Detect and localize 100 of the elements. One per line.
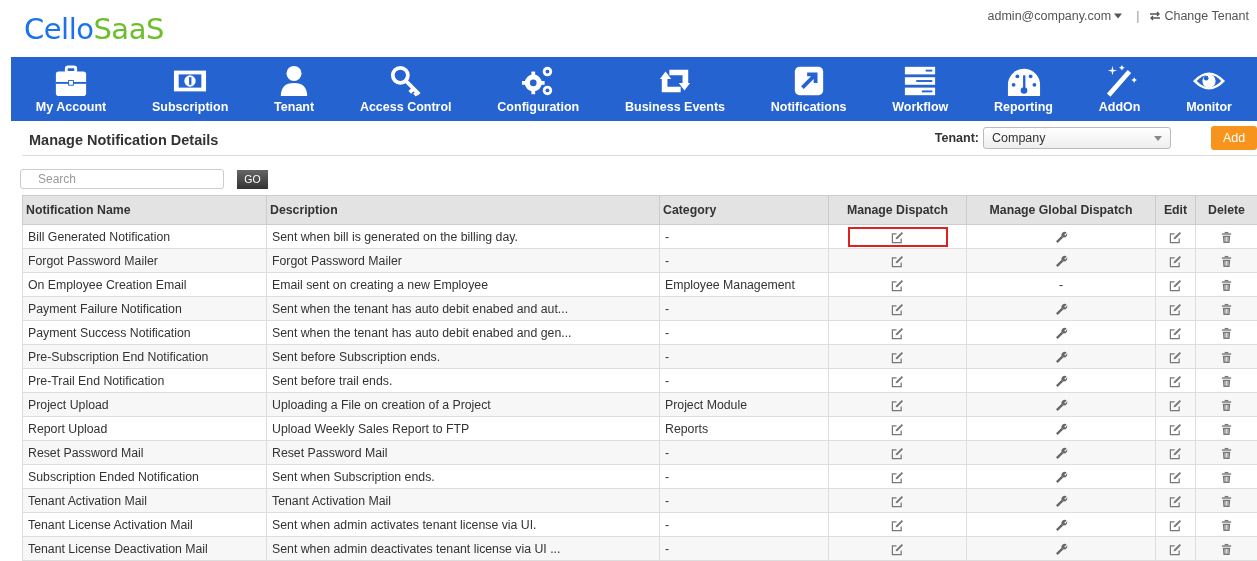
search-field[interactable]: Search	[20, 169, 224, 189]
table-cell: -	[659, 368, 829, 393]
edit-icon[interactable]	[891, 446, 904, 460]
table-cell: Reports	[659, 416, 829, 441]
nav-item[interactable]: My Account	[29, 60, 113, 118]
trash-icon[interactable]	[1220, 278, 1233, 292]
trash-icon[interactable]	[1220, 302, 1233, 316]
wrench-icon[interactable]	[1054, 254, 1068, 268]
table-cell: Sent when bill is generated on the billing day.	[266, 224, 660, 249]
table-cell: Sent before trail ends.	[266, 368, 660, 393]
tenant-label: Tenant:	[934, 131, 979, 145]
table-cell: Sent before Subscription ends.	[266, 344, 660, 369]
edit-icon[interactable]	[1169, 446, 1182, 460]
table-cell: Subscription Ended Notification	[22, 464, 267, 489]
edit-icon[interactable]	[891, 302, 904, 316]
edit-icon[interactable]	[891, 422, 904, 436]
wrench-icon[interactable]	[1054, 518, 1068, 532]
trash-icon[interactable]	[1220, 494, 1233, 508]
trash-icon[interactable]	[1220, 326, 1233, 340]
wrench-icon[interactable]	[1054, 302, 1068, 316]
edit-icon[interactable]	[1169, 350, 1182, 364]
table-cell: Tenant License Deactivation Mail	[22, 536, 267, 561]
table-cell: Tenant Activation Mail	[22, 488, 267, 513]
nav-item[interactable]: Notifications	[764, 60, 853, 118]
wrench-icon[interactable]	[1054, 350, 1068, 364]
wrench-icon[interactable]	[1054, 542, 1068, 556]
change-tenant-link[interactable]: Change Tenant	[1149, 9, 1249, 23]
table-cell: -	[659, 344, 829, 369]
server-stack-icon	[903, 64, 938, 98]
trash-icon[interactable]	[1220, 350, 1233, 364]
table-cell: -	[659, 224, 829, 249]
page-title: Manage Notification Details	[29, 132, 219, 148]
table-cell: -	[659, 512, 829, 537]
nav-item[interactable]: Monitor	[1180, 60, 1238, 118]
edit-icon[interactable]	[1169, 542, 1182, 556]
edit-icon[interactable]	[891, 542, 904, 556]
edit-icon[interactable]	[891, 398, 904, 412]
edit-icon[interactable]	[891, 278, 904, 292]
edit-icon[interactable]	[1169, 518, 1182, 532]
table-cell: Pre-Trail End Notification	[22, 368, 267, 393]
nav-item[interactable]: Business Events	[619, 60, 732, 118]
table-cell: On Employee Creation Email	[22, 272, 267, 297]
wrench-icon[interactable]	[1054, 326, 1068, 340]
table-cell: Report Upload	[22, 416, 267, 441]
trash-icon[interactable]	[1220, 446, 1233, 460]
trash-icon[interactable]	[1220, 254, 1233, 268]
edit-icon[interactable]	[891, 494, 904, 508]
edit-icon[interactable]	[1169, 398, 1182, 412]
wrench-icon[interactable]	[1054, 446, 1068, 460]
nav-item[interactable]: Access Control	[353, 60, 458, 118]
tenant-dropdown[interactable]: Company	[983, 127, 1171, 149]
edit-icon[interactable]	[1169, 302, 1182, 316]
nav-item[interactable]: Subscription	[145, 60, 235, 118]
edit-icon[interactable]	[1169, 374, 1182, 388]
edit-icon[interactable]	[891, 470, 904, 484]
edit-icon[interactable]	[891, 350, 904, 364]
table-cell: Payment Success Notification	[22, 320, 267, 345]
table-cell: Reset Password Mail	[22, 440, 267, 465]
edit-icon[interactable]	[891, 230, 904, 244]
go-button[interactable]: GO	[237, 169, 268, 189]
trash-icon[interactable]	[1220, 398, 1233, 412]
table-cell: Sent when Subscription ends.	[266, 464, 660, 489]
edit-icon[interactable]	[1169, 278, 1182, 292]
trash-icon[interactable]	[1220, 518, 1233, 532]
edit-icon[interactable]	[1169, 494, 1182, 508]
trash-icon[interactable]	[1220, 422, 1233, 436]
edit-icon[interactable]	[1169, 422, 1182, 436]
edit-icon[interactable]	[1169, 230, 1182, 244]
edit-icon[interactable]	[1169, 254, 1182, 268]
trash-icon[interactable]	[1220, 374, 1233, 388]
swap-arrows-icon	[1149, 11, 1162, 21]
user-menu[interactable]: admin@company.com	[987, 9, 1123, 23]
edit-icon[interactable]	[891, 374, 904, 388]
edit-icon[interactable]	[1169, 326, 1182, 340]
caret-icon	[1154, 135, 1162, 141]
edit-icon[interactable]	[1169, 470, 1182, 484]
edit-icon[interactable]	[891, 326, 904, 340]
nav-item[interactable]: Reporting	[988, 60, 1059, 118]
edit-icon[interactable]	[891, 518, 904, 532]
key-icon	[388, 64, 423, 98]
trash-icon[interactable]	[1220, 470, 1233, 484]
table-cell: Email sent on creating a new Employee	[266, 272, 660, 297]
wrench-icon[interactable]	[1054, 470, 1068, 484]
caret-icon	[1114, 13, 1123, 19]
wrench-icon[interactable]	[1054, 374, 1068, 388]
wrench-icon[interactable]	[1054, 494, 1068, 508]
column-header: Manage Global Dispatch	[966, 195, 1156, 225]
wrench-icon[interactable]	[1054, 398, 1068, 412]
table-cell: Forgot Password Mailer	[266, 248, 660, 273]
trash-icon[interactable]	[1220, 230, 1233, 244]
trash-icon[interactable]	[1220, 542, 1233, 556]
table-cell: -	[659, 488, 829, 513]
nav-item[interactable]: AddOn	[1092, 60, 1147, 118]
table-cell: Sent when admin deactivates tenant license via UI ...	[266, 536, 660, 561]
wrench-icon[interactable]	[1054, 230, 1068, 244]
wrench-icon[interactable]	[1054, 422, 1068, 436]
nav-item[interactable]: Tenant	[268, 60, 321, 118]
edit-icon[interactable]	[891, 254, 904, 268]
nav-item[interactable]: Workflow	[886, 60, 955, 118]
nav-item[interactable]: Configuration	[491, 60, 586, 118]
